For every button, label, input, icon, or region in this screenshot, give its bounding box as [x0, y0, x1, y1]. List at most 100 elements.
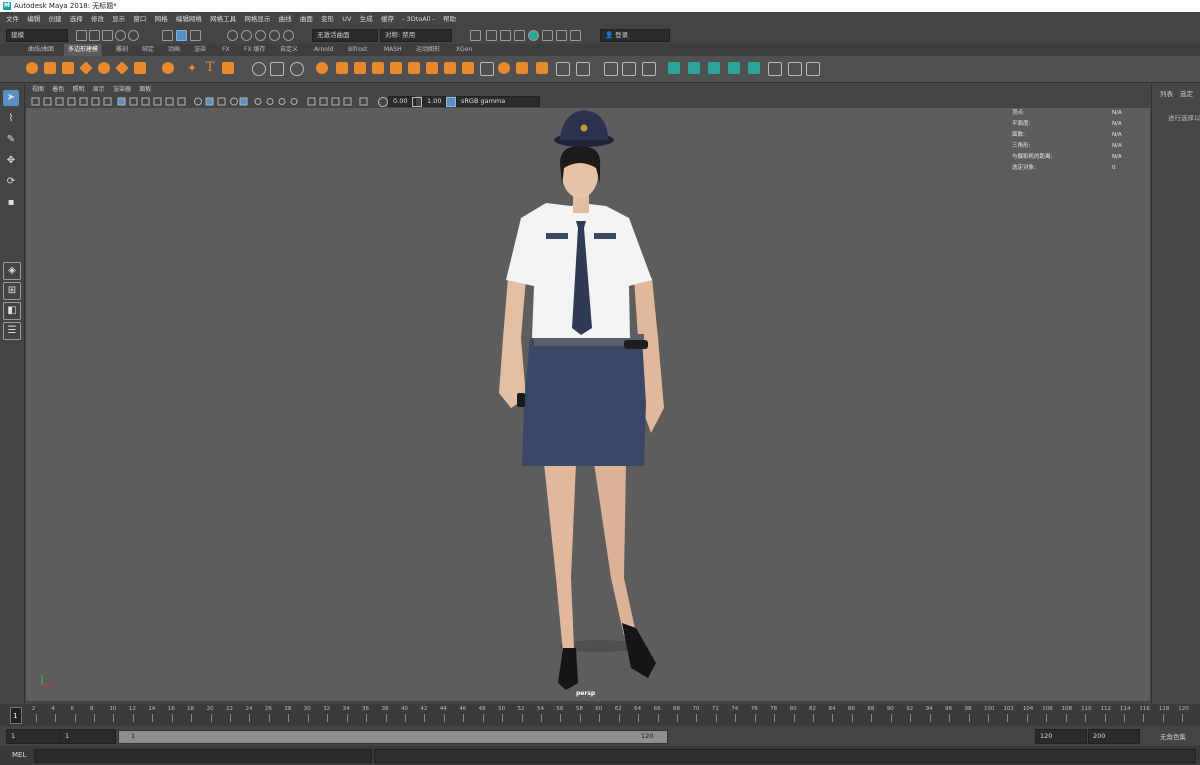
- menu-file[interactable]: 文件: [6, 15, 19, 23]
- playback-end-field[interactable]: 120: [1035, 729, 1087, 744]
- slide-edge-icon[interactable]: [604, 62, 618, 76]
- range-slider[interactable]: 1 120: [118, 730, 668, 744]
- viewport-toolbar-icons[interactable]: [30, 95, 380, 108]
- snap-live-icon[interactable]: [283, 30, 294, 41]
- spherical-uv-icon[interactable]: [708, 62, 720, 74]
- viewport-menu-renderer[interactable]: 渲染器: [113, 86, 131, 93]
- poly-cone-icon[interactable]: [79, 61, 93, 75]
- ipr-render-icon[interactable]: [514, 30, 525, 41]
- spin-edge-icon[interactable]: [642, 62, 656, 76]
- snap-grid-icon[interactable]: [227, 30, 238, 41]
- shelf-tab-rigging[interactable]: 绑定: [138, 44, 158, 56]
- four-view-layout-icon[interactable]: ⊞: [3, 282, 21, 300]
- menu-modify[interactable]: 修改: [91, 15, 104, 23]
- menu-mesh-tools[interactable]: 网格工具: [210, 15, 236, 23]
- render-frame-icon[interactable]: [500, 30, 511, 41]
- unfold-uv-icon[interactable]: [788, 62, 802, 76]
- single-perspective-layout-icon[interactable]: ◈: [3, 262, 21, 280]
- menu-edit[interactable]: 编辑: [27, 15, 40, 23]
- shelf-tab-fx-caching[interactable]: FX 缓存: [240, 44, 269, 56]
- type-tool-icon[interactable]: T: [204, 61, 216, 74]
- right-tab-list[interactable]: 列表: [1160, 88, 1173, 98]
- shelf-tab-mash[interactable]: MASH: [380, 44, 406, 56]
- animation-start-field[interactable]: 1: [6, 729, 62, 744]
- menu-3dtoall[interactable]: - 3DtoAll -: [402, 15, 435, 23]
- cut-uv-icon[interactable]: [748, 62, 760, 74]
- render-settings-icon[interactable]: [528, 30, 539, 41]
- poke-icon[interactable]: [556, 62, 570, 76]
- snap-curve-icon[interactable]: [241, 30, 252, 41]
- combine-icon[interactable]: [252, 62, 266, 76]
- menu-windows[interactable]: 窗口: [133, 15, 146, 23]
- separate-icon[interactable]: [270, 62, 284, 76]
- shelf-tab-custom[interactable]: 自定义: [276, 44, 302, 56]
- shelf-tab-sculpting[interactable]: 雕刻: [112, 44, 132, 56]
- fill-hole-icon[interactable]: [408, 62, 420, 74]
- menu-deform[interactable]: 变形: [321, 15, 334, 23]
- menu-display[interactable]: 显示: [112, 15, 125, 23]
- super-shape-icon[interactable]: ✦: [186, 62, 198, 74]
- redo-icon[interactable]: [128, 30, 139, 41]
- shelf-tab-rendering[interactable]: 渲染: [190, 44, 210, 56]
- poly-disc-icon[interactable]: [134, 62, 146, 74]
- color-management-icon[interactable]: [446, 97, 456, 107]
- shelf-tab-fx[interactable]: FX: [218, 44, 234, 56]
- cylindrical-uv-icon[interactable]: [688, 62, 700, 74]
- symmetry-dropdown[interactable]: 对称: 禁用: [380, 29, 452, 42]
- insert-edge-loop-icon[interactable]: [516, 62, 528, 74]
- menu-curves[interactable]: 曲线: [279, 15, 292, 23]
- shelf-tab-curves[interactable]: 曲线/曲面: [24, 44, 58, 56]
- append-icon[interactable]: [390, 62, 402, 74]
- shelf-tab-animation[interactable]: 动画: [164, 44, 184, 56]
- wedge-icon[interactable]: [576, 62, 590, 76]
- live-surface-dropdown[interactable]: 无激活曲面: [312, 29, 378, 42]
- pause-ipr-icon[interactable]: [570, 30, 581, 41]
- viewport-menu-panels[interactable]: 面板: [139, 86, 151, 93]
- character-set-dropdown[interactable]: 无角色集: [1160, 731, 1186, 741]
- shelf-tab-poly-modeling[interactable]: 多边形建模: [64, 44, 103, 56]
- shelf-tab-arnold[interactable]: Arnold: [310, 44, 337, 56]
- color-space-dropdown[interactable]: sRGB gamma: [456, 96, 540, 107]
- menu-mesh-display[interactable]: 网格显示: [244, 15, 270, 23]
- outliner-layout-icon[interactable]: ☰: [3, 322, 21, 340]
- menu-select[interactable]: 选择: [70, 15, 83, 23]
- menu-uv[interactable]: UV: [342, 15, 351, 23]
- undo-icon[interactable]: [115, 30, 126, 41]
- viewport-menu-show[interactable]: 显示: [93, 86, 105, 93]
- viewport-menu-shading[interactable]: 着色: [52, 86, 64, 93]
- shelf-tab-motion-graphics[interactable]: 运动图形: [412, 44, 444, 56]
- playback-start-field[interactable]: 1: [60, 729, 116, 744]
- poly-plane-icon[interactable]: [115, 61, 129, 75]
- quad-draw-icon[interactable]: [498, 62, 510, 74]
- menu-set-dropdown[interactable]: 建模: [6, 29, 68, 42]
- boolean-icon[interactable]: [316, 62, 328, 74]
- arnold-render-icon[interactable]: [556, 30, 567, 41]
- extrude-icon[interactable]: [336, 62, 348, 74]
- select-hierarchy-icon[interactable]: [162, 30, 173, 41]
- offset-edge-loop-icon[interactable]: [536, 62, 548, 74]
- new-scene-icon[interactable]: [76, 30, 87, 41]
- snap-view-plane-icon[interactable]: [269, 30, 280, 41]
- right-tab-selected[interactable]: 选定: [1180, 88, 1193, 98]
- multi-cut-icon[interactable]: [462, 62, 474, 74]
- mel-label[interactable]: MEL: [12, 751, 26, 759]
- character-model[interactable]: [26, 108, 1150, 701]
- gamma-field[interactable]: 1.00: [422, 96, 446, 107]
- shelf-tab-bifrost[interactable]: Bifrost: [344, 44, 371, 56]
- shelf-tab-xgen[interactable]: XGen: [452, 44, 476, 56]
- sew-uv-icon[interactable]: [768, 62, 782, 76]
- poly-torus-icon[interactable]: [98, 62, 110, 74]
- persp-outliner-layout-icon[interactable]: ◧: [3, 302, 21, 320]
- smooth-icon[interactable]: [290, 62, 304, 76]
- connect-icon[interactable]: [444, 62, 456, 74]
- select-tool-icon[interactable]: ➤: [3, 90, 19, 106]
- target-weld-icon[interactable]: [480, 62, 494, 76]
- bridge-icon[interactable]: [354, 62, 366, 74]
- render-view-icon[interactable]: [486, 30, 497, 41]
- move-tool-icon[interactable]: ✥: [3, 153, 19, 169]
- flip-edge-icon[interactable]: [622, 62, 636, 76]
- auto-uv-icon[interactable]: [728, 62, 740, 74]
- menu-cache[interactable]: 缓存: [381, 15, 394, 23]
- snap-point-icon[interactable]: [255, 30, 266, 41]
- poly-sphere-icon[interactable]: [26, 62, 38, 74]
